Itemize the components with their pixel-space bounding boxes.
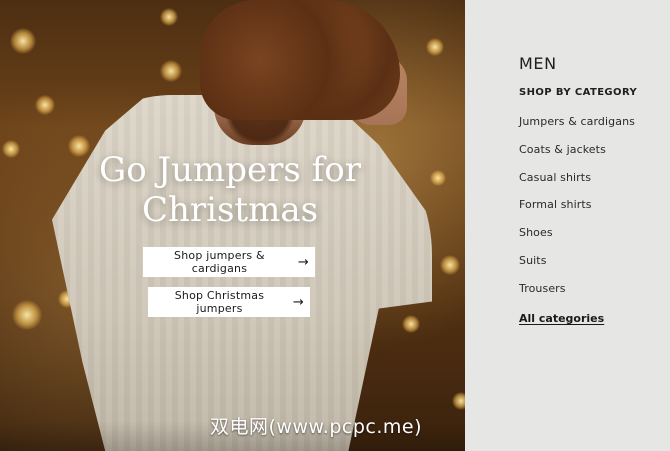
bokeh-light-7 (160, 60, 182, 82)
bokeh-light-5 (12, 300, 42, 330)
shop-jumpers-cardigans-button[interactable]: Shop jumpers & cardigans → (143, 247, 315, 277)
arrow-right-icon: → (297, 254, 309, 270)
all-categories-link[interactable]: All categories (519, 312, 604, 325)
bokeh-light-12 (440, 255, 460, 275)
shop-jumpers-cardigans-label: Shop jumpers & cardigans (174, 249, 265, 275)
category-link-trousers[interactable]: Trousers (519, 282, 566, 295)
bokeh-light-13 (426, 38, 444, 56)
bokeh-light-11 (430, 170, 446, 186)
bokeh-light-14 (452, 392, 465, 410)
model-hair (200, 0, 400, 120)
bokeh-light-1 (10, 28, 36, 54)
category-link-suits[interactable]: Suits (519, 254, 547, 267)
bokeh-light-8 (160, 8, 178, 26)
shop-christmas-jumpers-label: Shop Christmas jumpers (174, 289, 265, 315)
bokeh-light-2 (35, 95, 55, 115)
watermark: 双电网(www.pcpc.me) (210, 416, 422, 438)
arrow-right-icon: → (292, 294, 304, 310)
shop-christmas-jumpers-button[interactable]: Shop Christmas jumpers → (148, 287, 310, 317)
category-link-formal-shirts[interactable]: Formal shirts (519, 198, 592, 211)
shop-by-category-heading: SHOP BY CATEGORY (519, 87, 638, 98)
category-link-coats-jackets[interactable]: Coats & jackets (519, 143, 606, 156)
category-link-shoes[interactable]: Shoes (519, 226, 553, 239)
bokeh-light-10 (402, 315, 420, 333)
category-link-casual-shirts[interactable]: Casual shirts (519, 171, 591, 184)
bokeh-light-3 (2, 140, 20, 158)
sidebar-title: MEN (519, 54, 557, 73)
category-link-jumpers-cardigans[interactable]: Jumpers & cardigans (519, 115, 635, 128)
men-category-sidebar (465, 0, 670, 451)
hero-headline: Go Jumpers for Christmas (99, 150, 361, 230)
hero-banner: Go Jumpers for Christmas Shop jumpers & … (0, 0, 465, 451)
